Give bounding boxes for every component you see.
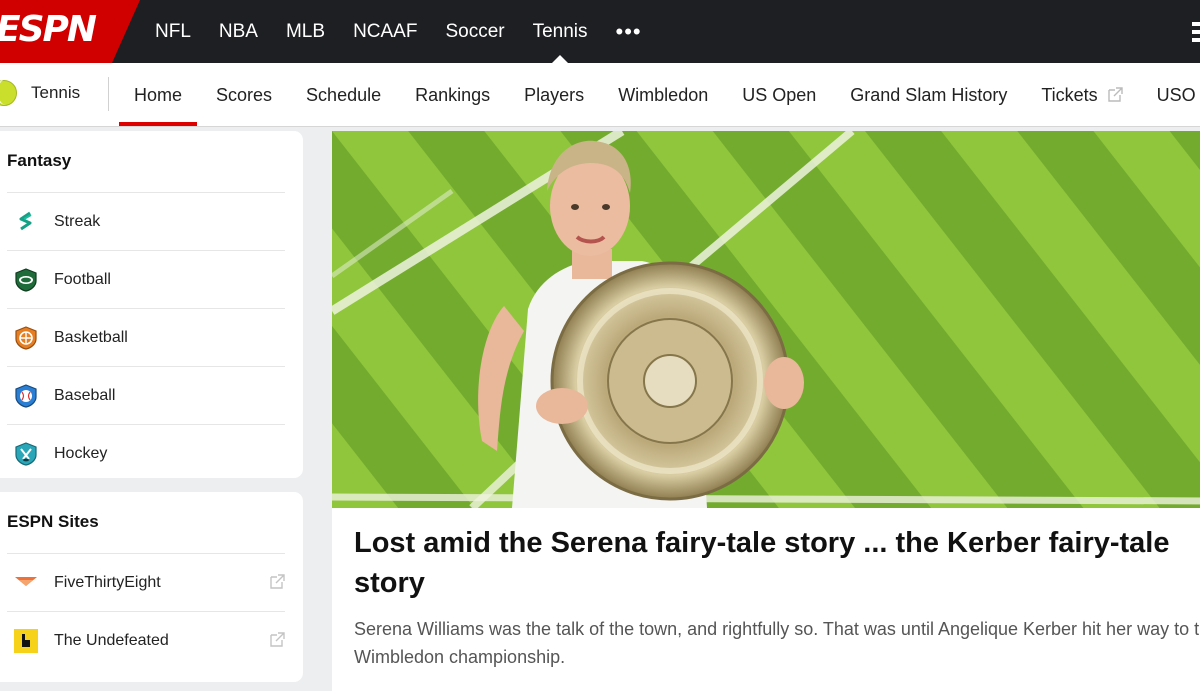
fantasy-item-streak[interactable]: Streak: [7, 192, 285, 250]
sub-nav-title[interactable]: Tennis: [31, 63, 80, 123]
espn-sites-heading: ESPN Sites: [7, 512, 99, 531]
fantasy-heading: Fantasy: [7, 151, 72, 170]
nav-link-nfl[interactable]: NFL: [155, 0, 191, 63]
fantasy-item-label: Streak: [54, 212, 101, 230]
football-icon: [13, 267, 39, 293]
sub-link-scores[interactable]: Scores: [201, 63, 287, 126]
nav-link-soccer[interactable]: Soccer: [445, 0, 504, 63]
logo-text: ESPN: [0, 9, 97, 50]
sub-link-wimbledon[interactable]: Wimbledon: [603, 63, 723, 126]
sub-nav-links: Home Scores Schedule Rankings Players Wi…: [119, 63, 1200, 126]
fantasy-card: Fantasy Streak Football Basketball Baseb…: [0, 131, 303, 478]
story-summary: Serena Williams was the talk of the town…: [354, 619, 1200, 667]
external-link-icon: [1107, 87, 1123, 102]
story-headline[interactable]: Lost amid the Serena fairy-tale story ..…: [354, 523, 1200, 603]
tennis-ball-icon: [0, 80, 17, 106]
nav-link-tennis[interactable]: Tennis: [533, 0, 588, 63]
site-item-label: The Undefeated: [54, 631, 169, 649]
fantasy-item-label: Baseball: [54, 386, 116, 404]
baseball-icon: [13, 383, 39, 409]
site-item-label: FiveThirtyEight: [54, 573, 161, 591]
menu-icon[interactable]: [1192, 20, 1200, 42]
site-item-fivethirtyeight[interactable]: FiveThirtyEight: [7, 553, 285, 611]
nav-link-nba[interactable]: NBA: [219, 0, 258, 63]
sub-link-uso[interactable]: USO: [1142, 63, 1200, 126]
tennis-sub-nav: Tennis Home Scores Schedule Rankings Pla…: [0, 63, 1200, 127]
fantasy-item-hockey[interactable]: Hockey: [7, 424, 285, 478]
espn-sites-card: ESPN Sites FiveThirtyEight The Undefeate…: [0, 492, 303, 682]
sub-link-players[interactable]: Players: [509, 63, 599, 126]
sub-nav-divider: [108, 77, 109, 111]
top-nav: ESPN NFL NBA MLB NCAAF Soccer Tennis •••: [0, 0, 1200, 63]
sub-link-schedule[interactable]: Schedule: [291, 63, 396, 126]
nav-link-mlb[interactable]: MLB: [286, 0, 325, 63]
sub-link-rankings[interactable]: Rankings: [400, 63, 505, 126]
streak-icon: [13, 209, 39, 235]
fantasy-item-football[interactable]: Football: [7, 250, 285, 308]
undefeated-icon: [13, 628, 39, 654]
external-link-icon: [270, 632, 285, 647]
fantasy-item-label: Basketball: [54, 328, 128, 346]
sub-link-tickets-label: Tickets: [1041, 84, 1098, 105]
hero-image[interactable]: [332, 131, 1200, 508]
sport-links: NFL NBA MLB NCAAF Soccer Tennis •••: [155, 0, 642, 63]
nav-link-ncaaf[interactable]: NCAAF: [353, 0, 417, 63]
top-story-card[interactable]: Lost amid the Serena fairy-tale story ..…: [332, 131, 1200, 691]
fantasy-item-basketball[interactable]: Basketball: [7, 308, 285, 366]
fantasy-item-label: Hockey: [54, 444, 108, 462]
basketball-icon: [13, 325, 39, 351]
site-item-the-undefeated[interactable]: The Undefeated: [7, 611, 285, 669]
sub-link-grand-slam-history[interactable]: Grand Slam History: [835, 63, 1022, 126]
espn-logo[interactable]: ESPN: [0, 0, 140, 63]
sub-link-tickets[interactable]: Tickets: [1026, 63, 1137, 126]
sub-link-us-open[interactable]: US Open: [727, 63, 831, 126]
sub-link-home[interactable]: Home: [119, 63, 198, 126]
fivethirtyeight-icon: [13, 570, 39, 596]
hockey-icon: [13, 441, 39, 467]
fantasy-item-baseball[interactable]: Baseball: [7, 366, 285, 424]
more-sports-button[interactable]: •••: [616, 0, 642, 63]
external-link-icon: [270, 574, 285, 589]
fantasy-item-label: Football: [54, 270, 111, 288]
